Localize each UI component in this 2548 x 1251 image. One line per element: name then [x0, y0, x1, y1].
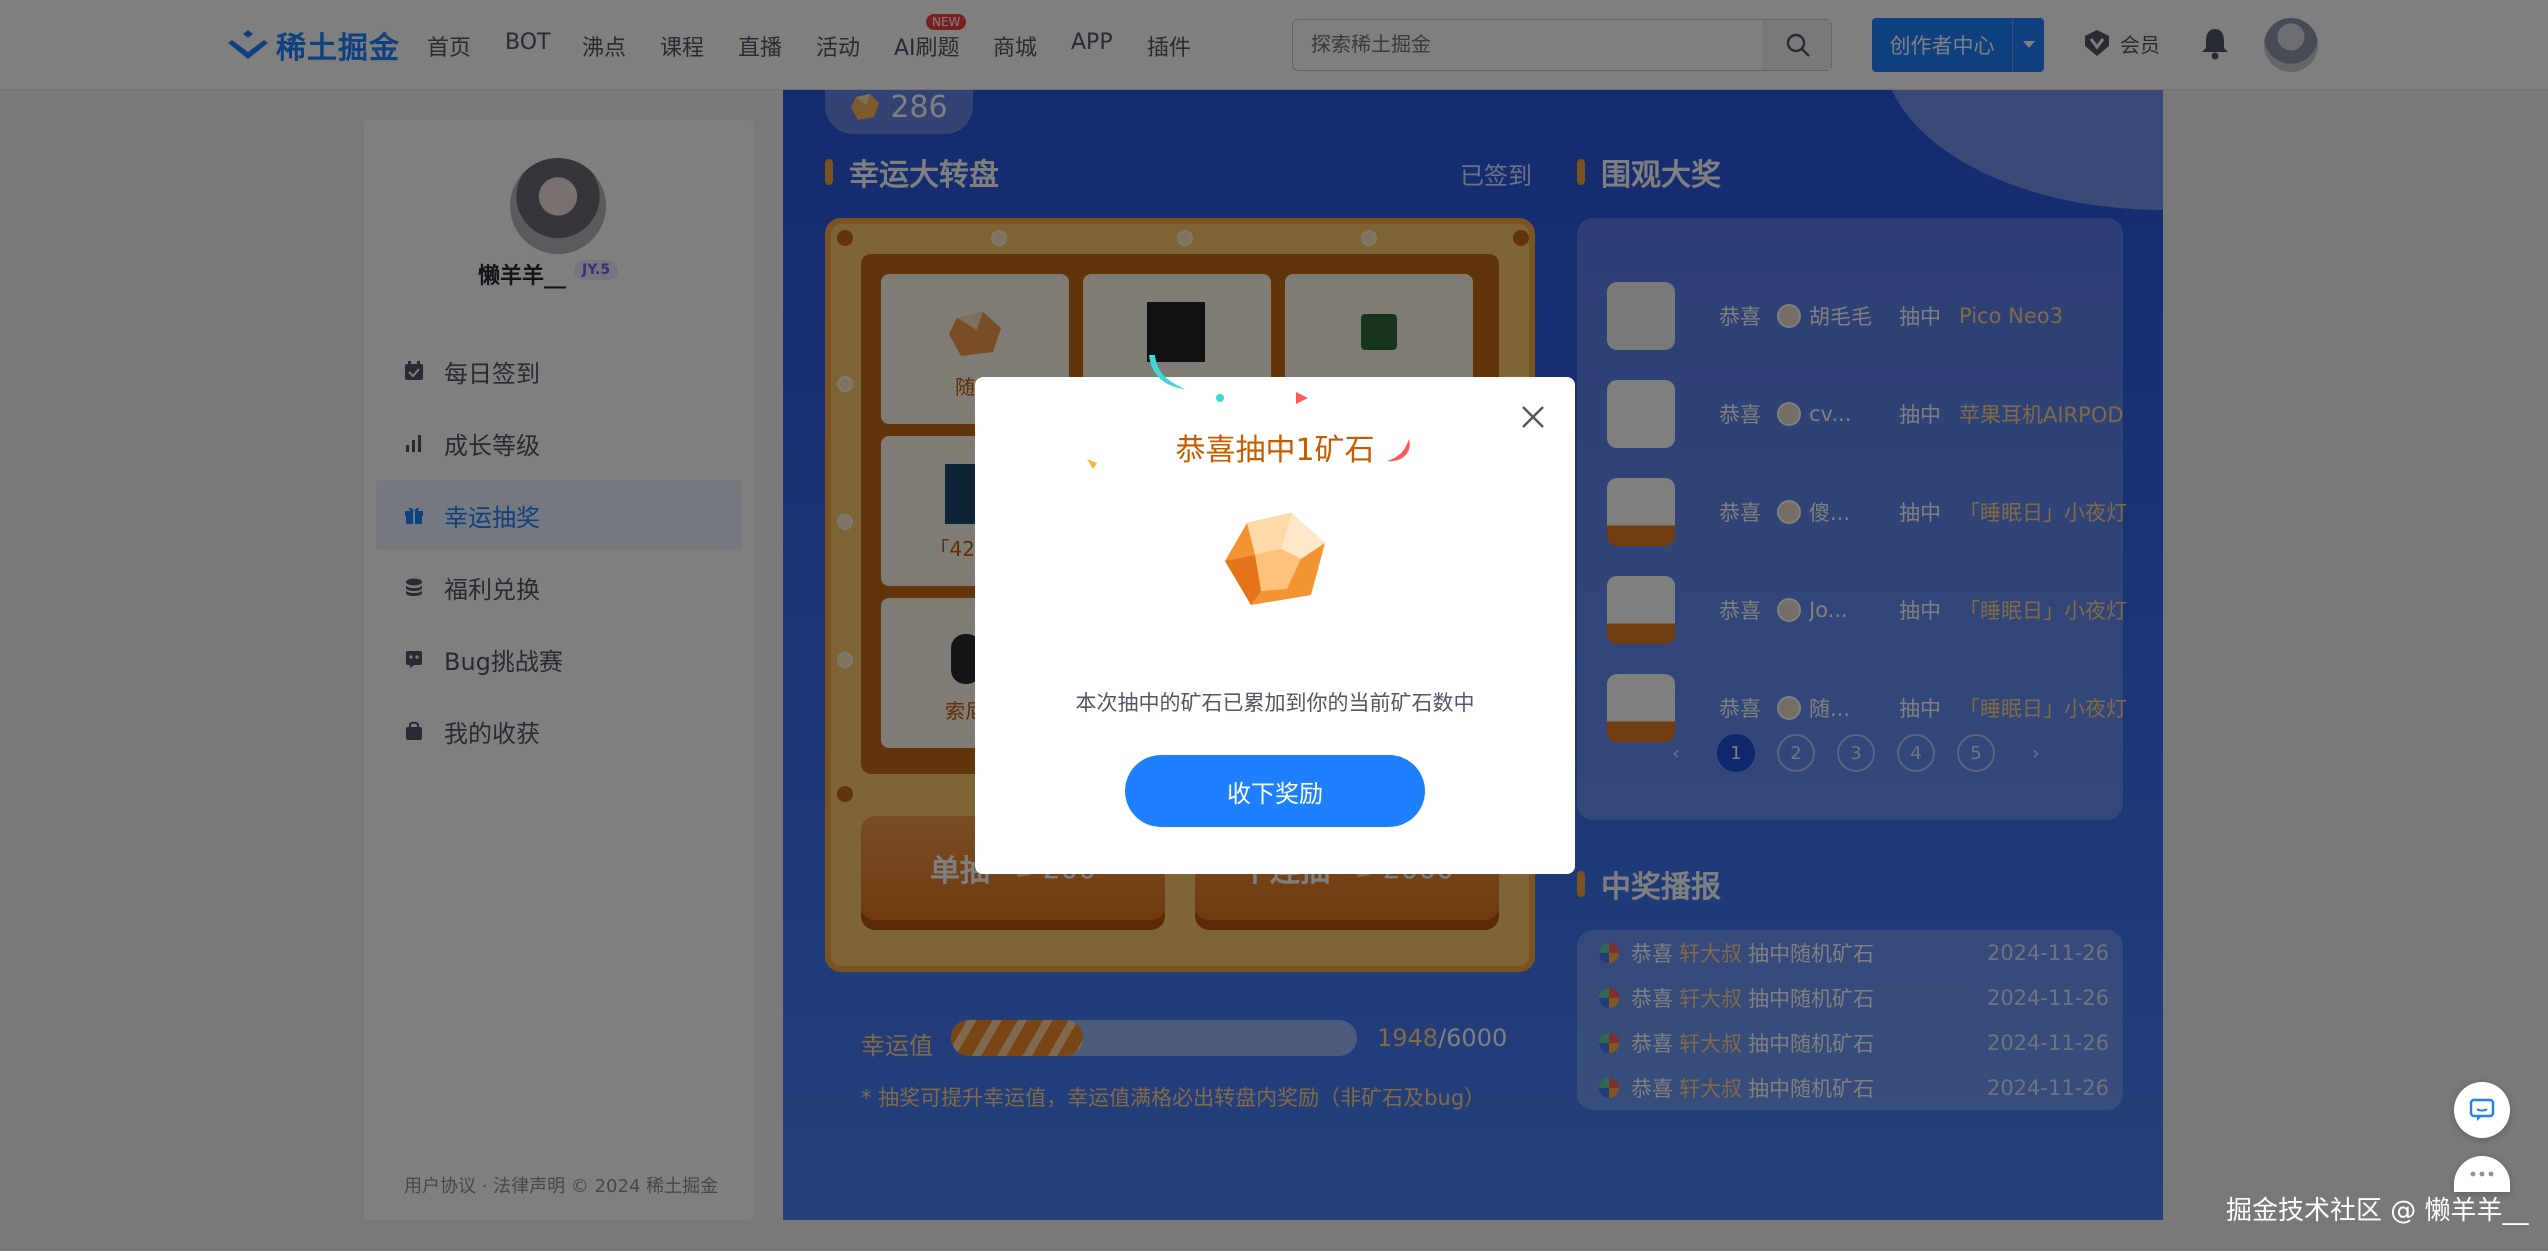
ore-icon	[1225, 513, 1325, 605]
modal-description: 本次抽中的矿石已累加到你的当前矿石数中	[1075, 691, 1475, 715]
prize-modal: 恭喜抽中1矿石 本次抽中的矿石已累加到你的当前矿石数中 收下奖励	[975, 355, 1575, 874]
accept-reward-button[interactable]: 收下奖励	[1125, 755, 1425, 827]
confetti-icon	[1296, 392, 1308, 404]
more-icon	[2470, 1171, 2494, 1177]
modal-title: 恭喜抽中1矿石	[1175, 433, 1375, 468]
confetti-icon	[1149, 355, 1185, 389]
chat-icon	[2469, 1098, 2495, 1121]
confetti-icon	[1216, 394, 1224, 402]
feedback-button[interactable]	[2454, 1082, 2510, 1138]
watermark: 掘金技术社区 @ 懒羊羊__	[2226, 1196, 2529, 1226]
